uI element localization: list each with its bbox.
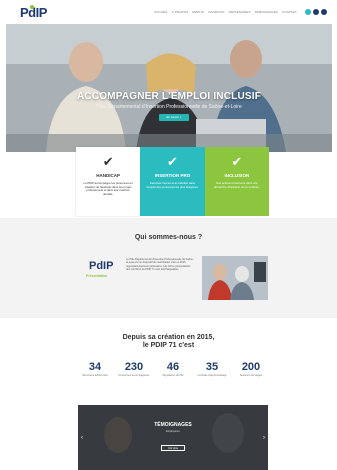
stat-value: 46 [166,361,180,373]
nav-item-handicap[interactable]: Handicap [208,10,224,14]
feature-cards: ✔ HANDICAP Le PDIP accompagne les person… [76,147,269,216]
site-header: PdIP Accueil À propos Emploi Handicap Pa… [0,0,337,24]
stat-label: Personnes accompagnées [118,374,150,377]
stat-label: Sessions de stages [239,374,263,377]
card-title: HANDICAP [96,173,121,178]
hero-title: ACCOMPAGNER L'EMPLOI INCLUSIF [76,91,262,102]
stat-label: Structures adhérentes [82,374,108,377]
card-description: Nos actions s'inscrivent dans une démarc… [214,181,260,189]
card-title: INCLUSION [224,173,250,178]
card-description: Le PDIP accompagne les personnes en situ… [83,181,133,196]
testimonials-section: ‹ › TÉMOIGNAGES Employeurs Voir plus [78,405,268,470]
since-line-1: Depuis sa création en 2015, [122,334,215,341]
testimonials-background [78,405,268,470]
stat-item: 230 Personnes accompagnées [117,361,151,377]
page: PdIP Accueil À propos Emploi Handicap Pa… [0,0,337,470]
carousel-next-button[interactable]: › [263,435,265,441]
hero-cta-button[interactable]: En savoir + [159,114,189,121]
stat-value: 34 [88,361,102,373]
card-inclusion[interactable]: ✔ INCLUSION Nos actions s'inscrivent dan… [204,147,269,216]
nav-item-partenaires[interactable]: Partenaires [229,10,251,14]
stat-label: Contrats d'apprentissage [197,374,227,377]
nav-item-contact[interactable]: Contact [282,10,297,14]
card-insertion-pro[interactable]: ✔ INSERTION PRO Favoriser l'accès et le … [140,147,205,216]
linkedin-icon[interactable] [313,9,319,15]
youtube-icon[interactable] [321,9,327,15]
since-heading: Depuis sa création en 2015, le PDIP 71 c… [0,334,337,350]
carousel-prev-button[interactable]: ‹ [81,435,83,441]
stat-item: 35 Contrats d'apprentissage [195,361,229,377]
hero-photo [6,24,332,152]
since-line-2: le PDIP 71 c'est [142,342,195,349]
section-title: Qui sommes-nous ? [134,234,203,241]
about-logo: PdIP [89,260,114,272]
nav-item-accueil[interactable]: Accueil [154,10,168,14]
nav-item-temoignages[interactable]: Témoignages [255,10,278,14]
about-photo [202,256,268,300]
facebook-icon[interactable] [305,9,311,15]
stat-value: 230 [124,361,144,373]
check-icon: ✔ [231,154,243,169]
check-icon: ✔ [102,154,114,169]
main-nav: Accueil À propos Emploi Handicap Partena… [154,9,327,15]
stat-item: 200 Sessions de stages [234,361,268,377]
card-description: Favoriser l'accès et le maintien dans l'… [146,181,199,189]
stat-value: 35 [205,361,219,373]
stats-row: 34 Structures adhérentes 230 Personnes a… [78,361,268,377]
social-links [305,9,327,15]
about-logo-subtitle: Présentation [86,274,108,278]
about-text: Le Pôle Départemental d'Insertion Profes… [126,258,194,272]
logo-dot [30,4,34,9]
card-handicap[interactable]: ✔ HANDICAP Le PDIP accompagne les person… [76,147,141,216]
check-icon: ✔ [167,154,178,169]
testimonials-subtitle: Employeurs [166,430,180,433]
stat-item: 34 Structures adhérentes [78,361,112,377]
hero-banner: ACCOMPAGNER L'EMPLOI INCLUSIF Pôle Dépar… [6,24,332,152]
stat-label: Signataires de l'Ec [162,374,184,377]
site-logo[interactable]: PdIP [20,4,47,20]
about-section: Qui sommes-nous ? PdIP Présentation Le P… [0,218,337,318]
stat-item: 46 Signataires de l'Ec [156,361,190,377]
stat-value: 200 [241,361,261,373]
nav-item-emploi[interactable]: Emploi [192,10,204,14]
hero-subtitle: Pôle Départemental d'Insertion Professio… [96,104,242,110]
card-title: INSERTION PRO [154,173,191,178]
testimonials-title: TÉMOIGNAGES [154,422,192,428]
testimonials-more-button[interactable]: Voir plus [161,445,185,451]
nav-item-a-propos[interactable]: À propos [172,10,188,14]
